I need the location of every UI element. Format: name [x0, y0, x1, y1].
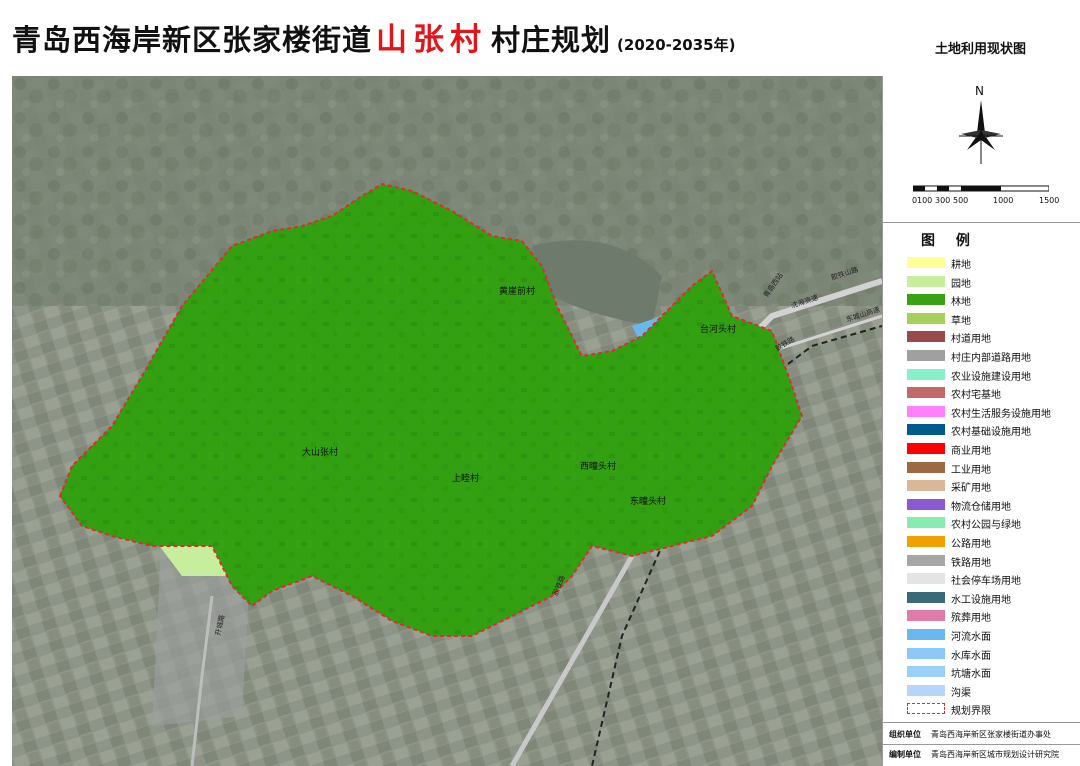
- legend-label: 采矿用地: [951, 483, 991, 495]
- legend-title: 图 例: [921, 233, 978, 249]
- title-years: (2020-2035年): [617, 36, 736, 54]
- legend-swatch: [907, 350, 945, 361]
- legend-label: 农村宅基地: [951, 390, 1001, 402]
- map-title: 青岛西海岸新区张家楼街道 山张村 村庄规划 (2020-2035年): [12, 14, 735, 59]
- north-arrow-icon: [959, 100, 1003, 164]
- credit-author-value: 青岛西海岸新区城市规划设计研究院: [931, 750, 1059, 759]
- legend-label: 物流仓储用地: [951, 501, 1011, 513]
- divider: [883, 722, 1080, 723]
- legend-label: 工业用地: [951, 464, 991, 476]
- village-label-dongtuantou: 东疃头村: [630, 495, 666, 507]
- legend-swatch: [907, 294, 945, 306]
- scale-label-300: 300: [935, 196, 951, 205]
- legend-swatch: [907, 591, 945, 603]
- legend-label: 农村生活服务设施用地: [951, 408, 1051, 420]
- legend-swatch: [907, 573, 945, 585]
- legend-swatch: [907, 257, 945, 268]
- legend-label: 草地: [951, 315, 971, 327]
- title-suffix: 村庄规划: [491, 23, 612, 57]
- legend-label: 水工设施用地: [951, 594, 1011, 606]
- village-label-shangmu: 上睦村: [452, 472, 479, 484]
- legend-swatch: [907, 424, 945, 436]
- legend-swatch: [907, 666, 945, 678]
- legend-swatch: [907, 461, 945, 473]
- legend-label: 商业用地: [951, 446, 991, 457]
- legend-label: 殡葬用地: [951, 613, 991, 625]
- legend-label: 河流水面: [951, 632, 991, 643]
- legend-swatch: [907, 387, 945, 399]
- map-svg: 黄崖前村 台河头村 大山张村 上睦村 西疃头村 东疃头村 开城路 胶铁山路 沈海…: [12, 76, 882, 766]
- legend-label: 林地: [951, 297, 971, 309]
- legend-swatch: [907, 684, 945, 696]
- legend-label: 铁路用地: [951, 557, 991, 569]
- scale-label-100: 100: [917, 196, 933, 205]
- legend-swatch: [907, 610, 945, 622]
- legend-label: 村道用地: [951, 334, 991, 346]
- legend-swatch: [907, 517, 945, 529]
- legend-label: 沟渠: [951, 687, 971, 699]
- legend-label: 村庄内部道路用地: [951, 353, 1031, 364]
- map-canvas[interactable]: 黄崖前村 台河头村 大山张村 上睦村 西疃头村 东疃头村 开城路 胶铁山路 沈海…: [12, 76, 882, 766]
- legend-label: 坑塘水面: [951, 669, 991, 681]
- credit-organizer-label: 组织单位: [889, 730, 921, 739]
- village-label-dashanzhang: 大山张村: [302, 446, 338, 458]
- header: 青岛西海岸新区张家楼街道 山张村 村庄规划 (2020-2035年) 土地利用现状图: [0, 0, 1080, 76]
- legend-label: 规划界限: [951, 706, 991, 718]
- legend-label: 水库水面: [951, 650, 991, 662]
- scale-bar: [913, 185, 1049, 192]
- legend-label: 农村公园与绿地: [951, 520, 1021, 532]
- north-label: N: [975, 84, 984, 98]
- legend-swatch: [907, 443, 945, 454]
- scale-label-1000: 1000: [993, 196, 1014, 205]
- credit-organizer-value: 青岛西海岸新区张家楼街道办事处: [931, 730, 1051, 739]
- legend-swatch: [907, 405, 945, 417]
- title-prefix: 青岛西海岸新区张家楼街道: [12, 23, 373, 57]
- legend-swatch: [907, 368, 945, 380]
- legend-swatch: [907, 275, 945, 287]
- legend-swatch: [907, 703, 945, 715]
- legend-swatch: [907, 498, 945, 510]
- legend-label: 耕地: [951, 260, 971, 271]
- credit-organizer: 组织单位 青岛西海岸新区张家楼街道办事处: [883, 724, 1080, 746]
- legend-label: 农村基础设施用地: [951, 427, 1031, 439]
- village-label-xituantou: 西疃头村: [580, 460, 616, 472]
- legend-swatch: [907, 554, 945, 566]
- divider: [883, 222, 1080, 223]
- village-label-huangyaqian: 黄崖前村: [499, 285, 535, 297]
- map-kind-label: 土地利用现状图: [935, 42, 1027, 57]
- legend-swatch: [907, 629, 945, 640]
- legend-panel: N 0 100 300 500 1000 1500 图 例 耕地 园地 林地 草地 村道…: [882, 76, 1080, 766]
- credit-author-label: 编制单位: [889, 750, 921, 759]
- scale-label-1500: 1500: [1039, 196, 1060, 205]
- legend-swatch: [907, 312, 945, 324]
- legend-label: 园地: [951, 278, 971, 290]
- legend-swatch: [907, 480, 945, 492]
- scale-label-500: 500: [953, 196, 969, 205]
- legend-swatch: [907, 536, 945, 547]
- village-label-taihetou: 台河头村: [700, 323, 736, 335]
- credit-author: 编制单位 青岛西海岸新区城市规划设计研究院: [883, 744, 1080, 766]
- legend-label: 农业设施建设用地: [951, 371, 1031, 383]
- title-village: 山张村: [376, 22, 488, 58]
- legend-swatch: [907, 647, 945, 659]
- legend-swatch: [907, 331, 945, 343]
- legend-label: 公路用地: [951, 539, 991, 550]
- legend-label: 社会停车场用地: [951, 576, 1021, 588]
